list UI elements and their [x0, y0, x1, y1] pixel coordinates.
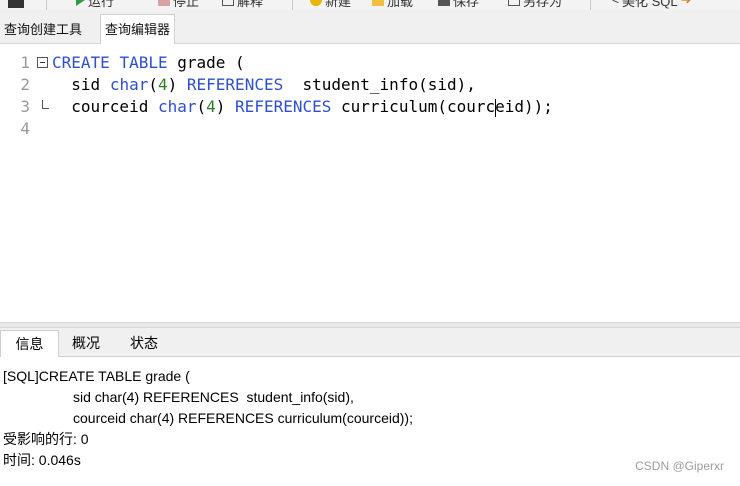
play-icon [76, 0, 85, 6]
explain-label: 解释 [237, 0, 264, 9]
load-button[interactable]: 加载 [372, 0, 414, 9]
tab-status[interactable]: 状态 [116, 330, 172, 356]
code-line-1[interactable]: CREATE TABLE grade ( [52, 52, 245, 74]
code-line-3[interactable]: courceid char(4) REFERENCES curriculum(c… [52, 96, 553, 118]
stop-button[interactable]: 停止 [158, 0, 200, 9]
message-sql-line-3: courceid char(4) REFERENCES curriculum(c… [73, 410, 413, 426]
save-icon [438, 0, 450, 6]
line-number: 3 [20, 97, 30, 116]
tab-query-builder[interactable]: 查询创建工具 [0, 16, 86, 43]
save-as-icon [508, 0, 520, 6]
save-button[interactable]: 保存 [438, 0, 480, 9]
beautify-label: 美化 SQL [622, 0, 678, 9]
save-as-label: 另存为 [523, 0, 563, 9]
explain-icon [222, 0, 234, 6]
new-icon [310, 0, 322, 6]
affected-rows-text: 受影响的行: 0 [3, 431, 89, 447]
toolbar: 运行 停止 解释 新建 加载 保存 另存为 < 美化 SQL ➜ [0, 0, 740, 10]
elapsed-time-text: 时间: 0.046s [3, 452, 81, 468]
fold-toggle-icon[interactable] [37, 57, 48, 68]
code-line-2[interactable]: sid char(4) REFERENCES student_info(sid)… [52, 74, 476, 96]
line-number: 1 [20, 53, 30, 72]
save-label: 保存 [453, 0, 480, 9]
arrow-right-icon: ➜ [681, 0, 692, 8]
run-button[interactable]: 运行 [76, 0, 115, 9]
message-sql-line-1: [SQL]CREATE TABLE grade ( [3, 368, 190, 384]
stop-icon [158, 0, 170, 6]
sql-editor[interactable]: 1 CREATE TABLE grade ( 2 sid char(4) REF… [0, 44, 740, 322]
editor-tab-strip: 查询创建工具 查询编辑器 [0, 10, 740, 44]
tab-overview[interactable]: 概况 [60, 330, 112, 356]
message-sql-line-2: sid char(4) REFERENCES student_info(sid)… [73, 389, 354, 405]
stop-label: 停止 [173, 0, 200, 9]
line-number: 4 [20, 119, 30, 138]
menu-icon[interactable] [8, 0, 24, 8]
new-button[interactable]: 新建 [310, 0, 352, 9]
watermark: CSDN @Giperxr [635, 459, 724, 473]
result-tab-strip: 信息 概况 状态 [0, 328, 740, 357]
run-label: 运行 [88, 0, 115, 9]
message-output: [SQL]CREATE TABLE grade ( sid char(4) RE… [0, 357, 740, 486]
new-label: 新建 [325, 0, 352, 9]
line-number: 2 [20, 75, 30, 94]
tab-info[interactable]: 信息 [0, 330, 59, 357]
save-as-button[interactable]: 另存为 [508, 0, 563, 9]
folder-icon [372, 0, 384, 6]
beautify-icon: < [612, 0, 620, 7]
tab-query-editor[interactable]: 查询编辑器 [100, 14, 176, 44]
fold-end-marker [42, 100, 49, 109]
beautify-sql-button[interactable]: < 美化 SQL ➜ [612, 0, 692, 9]
explain-button[interactable]: 解释 [222, 0, 264, 9]
load-label: 加载 [387, 0, 414, 9]
